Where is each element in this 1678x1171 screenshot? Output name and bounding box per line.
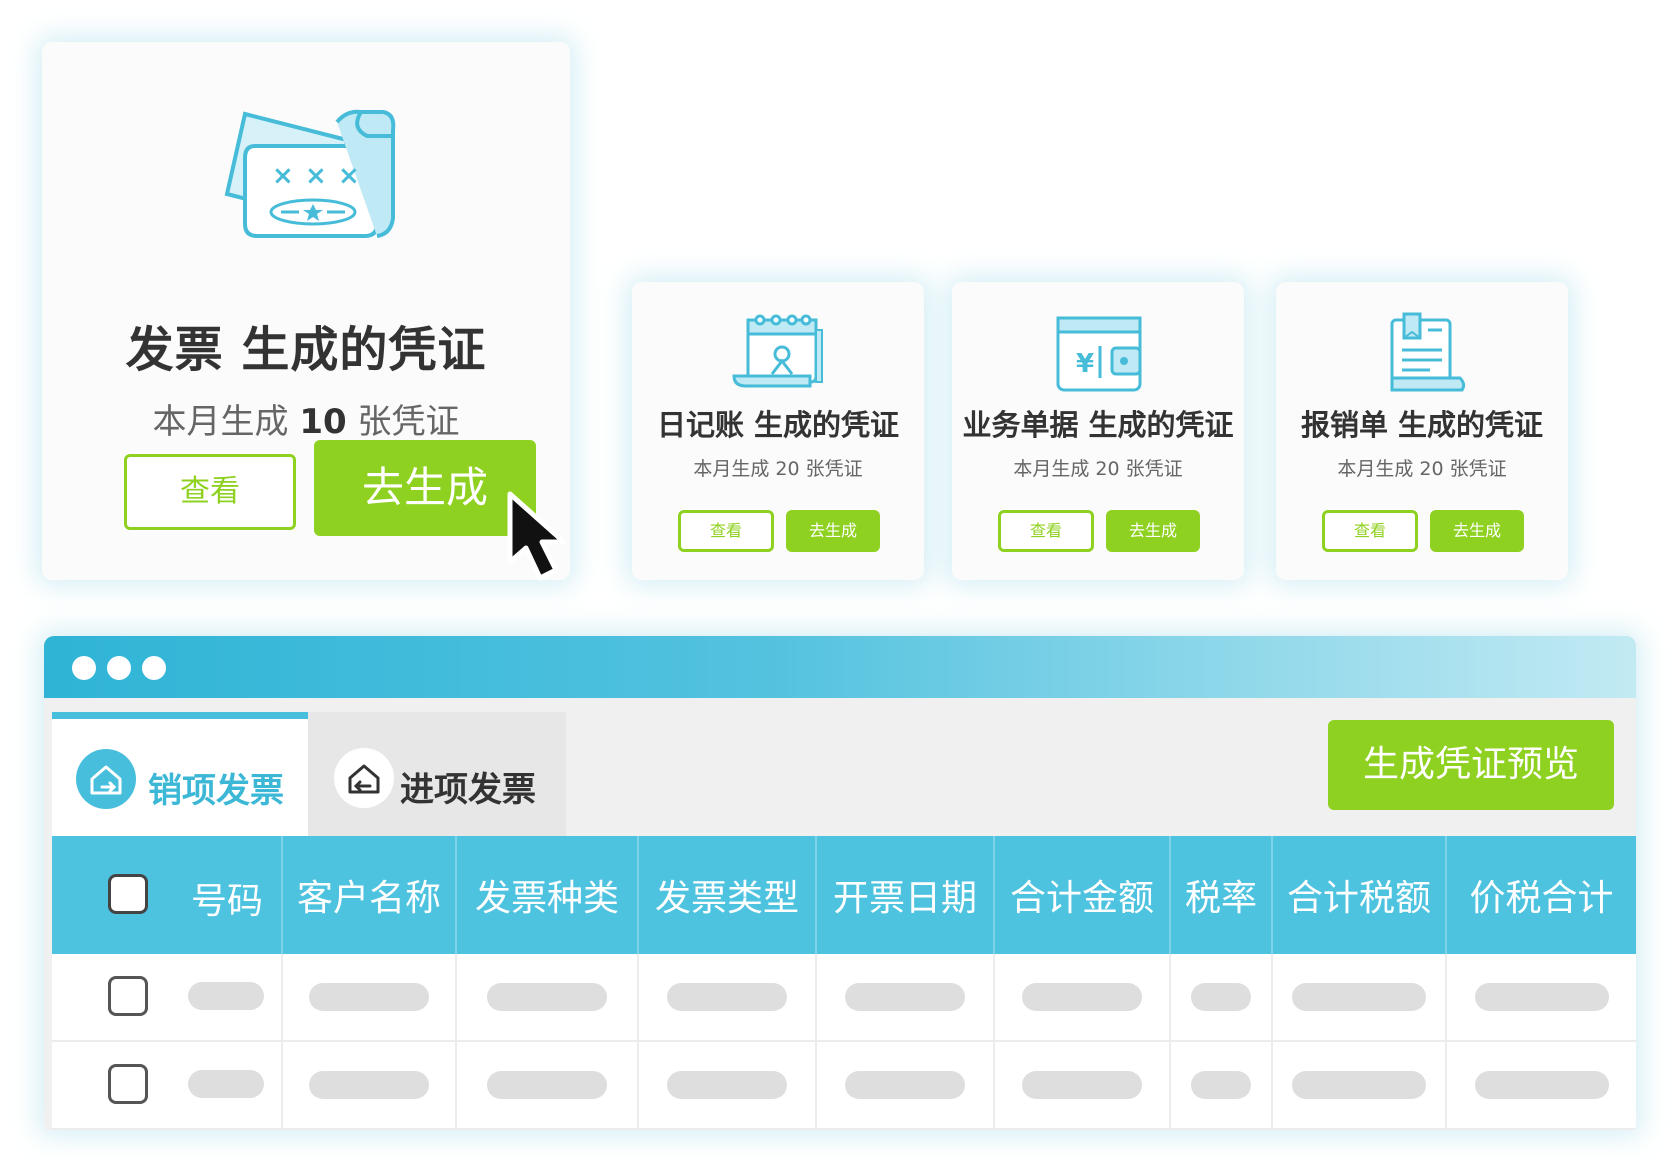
placeholder-bar (487, 983, 607, 1011)
count-prefix: 本月生成 (152, 402, 289, 442)
generate-button[interactable]: 去生成 (1430, 510, 1524, 552)
business-document-voucher-card: ¥ 业务单据 生成的凭证 本月生成 20 张凭证 查看 去生成 (952, 282, 1244, 580)
window-titlebar (44, 636, 1636, 698)
table-cell (1272, 954, 1447, 1042)
row-checkbox[interactable] (108, 976, 148, 1016)
placeholder-bar (1474, 983, 1609, 1011)
placeholder-bar (188, 1070, 264, 1098)
reimbursement-voucher-card: 报销单 生成的凭证 本月生成 20 张凭证 查看 去生成 (1276, 282, 1568, 580)
table-cell (456, 1041, 639, 1130)
table-header-row: 号码 客户名称 发票种类 发票类型 开票日期 合计金额 税率 合计税额 价税合计 (52, 836, 1636, 954)
table-cell (638, 1041, 817, 1130)
table-cell (1272, 1041, 1447, 1130)
table-cell (456, 954, 639, 1042)
count-value: 10 (299, 402, 347, 442)
table-cell (816, 954, 995, 1042)
placeholder-bar (1292, 983, 1426, 1011)
table-cell (52, 954, 283, 1042)
column-header-label: 号码 (190, 881, 263, 922)
placeholder-bar (1292, 1071, 1426, 1099)
table-row[interactable] (52, 954, 1636, 1042)
tab-purchase-invoices[interactable]: 进项发票 (308, 712, 566, 836)
table-cell (1170, 954, 1273, 1042)
column-header-total-with-tax: 价税合计 (1446, 836, 1636, 954)
tab-sales-invoices[interactable]: 销项发票 (52, 712, 308, 836)
row-checkbox[interactable] (108, 1064, 148, 1104)
table-cell (994, 1041, 1171, 1130)
monthly-count: 本月生成 10 张凭证 (42, 394, 570, 443)
card-title: 报销单 生成的凭证 (1300, 408, 1544, 442)
window-dot-3[interactable] (142, 656, 166, 680)
placeholder-bar (845, 983, 965, 1011)
placeholder-bar (1191, 1071, 1251, 1099)
monthly-count: 本月生成 20 张凭证 (1337, 458, 1507, 480)
placeholder-bar (667, 983, 787, 1011)
column-header-issue-date: 开票日期 (816, 836, 995, 954)
generate-button[interactable]: 去生成 (314, 440, 536, 536)
table-cell (638, 954, 817, 1042)
calendar-journal-icon (632, 312, 924, 398)
column-header-invoice-type: 发票类型 (638, 836, 817, 954)
placeholder-bar (309, 983, 429, 1011)
placeholder-bar (1191, 983, 1251, 1011)
view-button[interactable]: 查看 (124, 454, 296, 530)
journal-voucher-card: 日记账 生成的凭证 本月生成 20 张凭证 查看 去生成 (632, 282, 924, 580)
svg-text:×: × (338, 161, 360, 191)
column-header-customer: 客户名称 (282, 836, 457, 954)
monthly-count: 本月生成 20 张凭证 (693, 458, 863, 480)
table-cell (816, 1041, 995, 1130)
card-title: 日记账 生成的凭证 (656, 408, 900, 442)
table-cell (282, 954, 457, 1042)
table-cell (52, 1041, 283, 1130)
house-in-icon (334, 748, 394, 812)
generate-voucher-preview-button[interactable]: 生成凭证预览 (1328, 720, 1614, 810)
invoice-voucher-card: × × × 发票 生成的凭证 本月生成 10 张凭证 查看 去生成 (42, 42, 570, 580)
count-suffix: 张凭证 (357, 402, 460, 442)
placeholder-bar (845, 1071, 965, 1099)
placeholder-bar (1474, 1071, 1609, 1099)
receipt-document-icon (1276, 312, 1568, 398)
svg-text:¥: ¥ (1076, 349, 1094, 379)
column-header-invoice-kind: 发票种类 (456, 836, 639, 954)
window-dot-2[interactable] (107, 656, 131, 680)
wallet-yen-icon: ¥ (952, 312, 1244, 398)
view-button[interactable]: 查看 (1322, 510, 1418, 552)
placeholder-bar (188, 982, 264, 1010)
table-cell (1446, 954, 1636, 1042)
column-header-total-tax: 合计税额 (1272, 836, 1447, 954)
house-out-icon (76, 749, 136, 813)
invoice-ticket-icon: × × × (217, 102, 399, 246)
select-all-checkbox[interactable] (108, 874, 148, 914)
svg-text:×: × (272, 161, 294, 191)
placeholder-bar (1022, 1071, 1142, 1099)
card-title: 业务单据 生成的凭证 (962, 408, 1234, 442)
card-title: 发票 生成的凭证 (125, 322, 487, 378)
placeholder-bar (1022, 983, 1142, 1011)
table-cell (994, 954, 1171, 1042)
generate-button[interactable]: 去生成 (786, 510, 880, 552)
table-cell (282, 1041, 457, 1130)
invoice-table: 号码 客户名称 发票种类 发票类型 开票日期 合计金额 税率 合计税额 价税合计 (52, 836, 1636, 1130)
view-button[interactable]: 查看 (678, 510, 774, 552)
generate-button[interactable]: 去生成 (1106, 510, 1200, 552)
tab-label: 销项发票 (148, 771, 284, 811)
monthly-count: 本月生成 20 张凭证 (1013, 458, 1183, 480)
column-header-total-amount: 合计金额 (994, 836, 1171, 954)
column-header-tax-rate: 税率 (1170, 836, 1273, 954)
placeholder-bar (309, 1071, 429, 1099)
table-cell (1170, 1041, 1273, 1130)
table-cell (1446, 1041, 1636, 1130)
placeholder-bar (487, 1071, 607, 1099)
view-button[interactable]: 查看 (998, 510, 1094, 552)
column-header-number: 号码 (52, 836, 283, 954)
table-row[interactable] (52, 1041, 1636, 1130)
invoice-window: 销项发票 进项发票 生成凭证预览 号码 客户名称 发票种类 发票类型 开票日期 … (44, 636, 1636, 1130)
svg-text:×: × (305, 161, 327, 191)
window-dot-1[interactable] (72, 656, 96, 680)
mouse-pointer-icon (504, 488, 588, 588)
tab-label: 进项发票 (400, 770, 536, 810)
placeholder-bar (667, 1071, 787, 1099)
